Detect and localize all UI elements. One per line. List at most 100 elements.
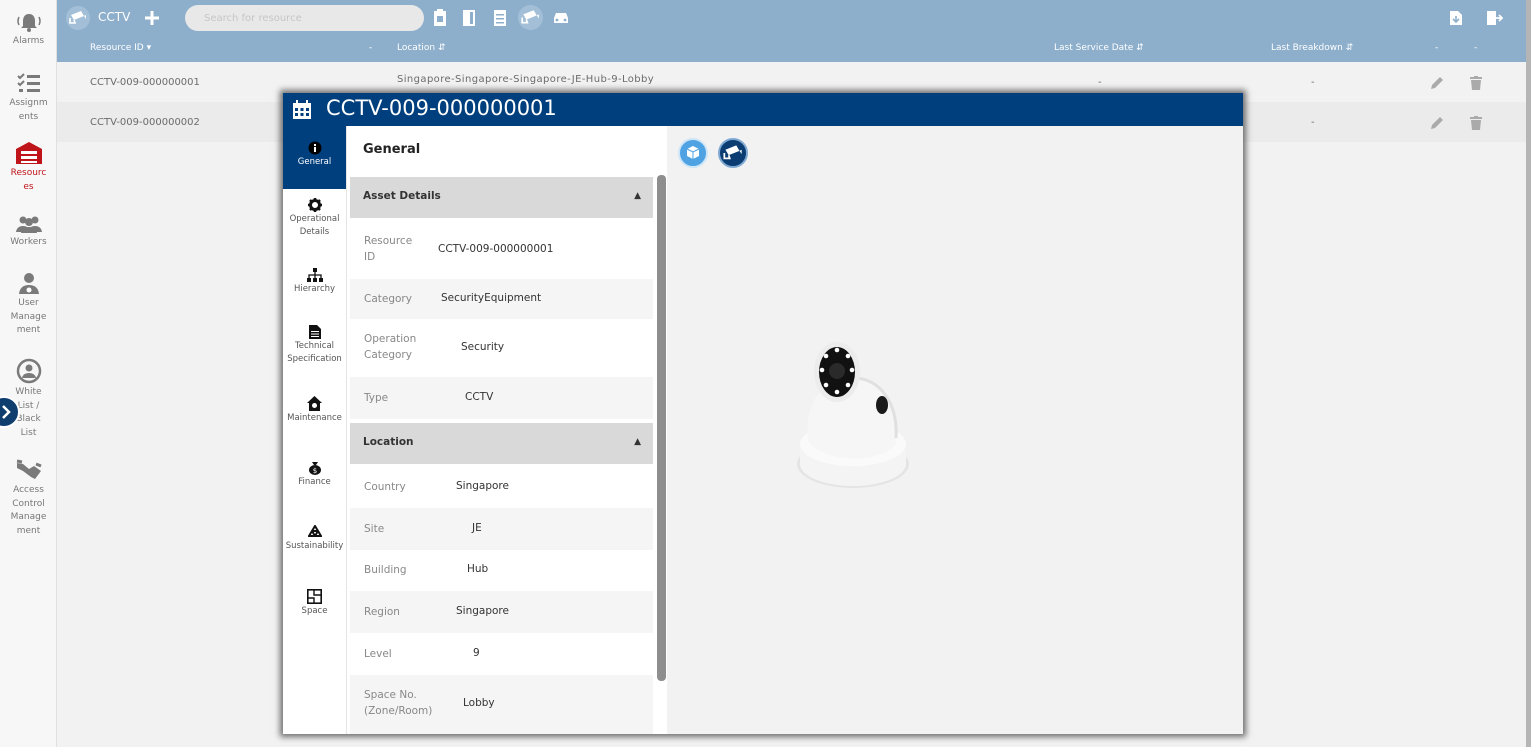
hierarchy-icon	[306, 268, 323, 282]
field-row-level: Level 9	[364, 647, 480, 660]
document-icon[interactable]	[493, 9, 507, 27]
field-row-country: Country Singapore	[364, 480, 509, 493]
export-icon[interactable]	[1486, 10, 1504, 26]
cctv-view-button[interactable]	[718, 138, 748, 168]
tab-maintenance[interactable]: Maintenance	[283, 396, 346, 425]
top-toolbar: CCTV	[57, 0, 1526, 35]
3d-model-button[interactable]	[678, 138, 708, 168]
chevron-right-icon	[2, 405, 11, 419]
nav-resources[interactable]: Resourc es	[0, 141, 57, 194]
field-row-building: Building Hub	[364, 563, 489, 576]
nav-assignments-label: Assignm ents	[9, 98, 48, 122]
row-resource-id: CCTV-009-000000001	[90, 77, 200, 88]
nav-user-management-label: User Manage ment	[10, 298, 47, 335]
col-dash: -	[369, 43, 373, 53]
field-row-space-no: Space No. (Zone/Room) Lobby	[350, 675, 653, 734]
location-section-header[interactable]: Location ▲	[350, 423, 653, 464]
search-input[interactable]	[185, 5, 424, 31]
car-icon[interactable]	[552, 11, 570, 25]
delete-icon[interactable]	[1470, 116, 1482, 130]
cctv-filter-button[interactable]	[518, 5, 543, 30]
add-icon[interactable]	[144, 10, 160, 26]
row-last-service: -	[1098, 77, 1102, 88]
tab-hierarchy[interactable]: Hierarchy	[283, 268, 346, 296]
cctv-camera-icon	[69, 11, 86, 24]
col-last-service-date[interactable]: Last Service Date ⇵	[1054, 43, 1144, 53]
id-badge-icon[interactable]	[433, 9, 447, 27]
spec-document-icon	[308, 325, 321, 339]
edit-icon[interactable]	[1430, 76, 1444, 90]
nav-user-management[interactable]: User Manage ment	[0, 271, 57, 338]
field-row-category: Category SecurityEquipment	[350, 279, 653, 319]
field-row-site: Site JE	[350, 508, 653, 550]
cube-icon	[686, 146, 700, 159]
chevron-up-icon: ▲	[634, 191, 641, 201]
nav-workers-label: Workers	[10, 237, 47, 247]
handshake-icon	[16, 459, 42, 479]
general-panel: General Asset Details ▲ Resource ID CCTV-…	[346, 126, 667, 734]
nav-access-control-label: Access Control Manage ment	[10, 485, 47, 536]
expand-nav-button[interactable]	[0, 396, 20, 428]
asset-viewer	[667, 126, 1243, 734]
field-row-type: Type CCTV	[350, 377, 653, 419]
field-row-region: Region Singapore	[350, 591, 653, 633]
row-last-breakdown: -	[1311, 117, 1315, 128]
nav-alarms-label: Alarms	[12, 36, 45, 46]
whitelist-icon	[16, 358, 41, 384]
field-row-operation-category: Operation Category Security	[364, 333, 505, 361]
workers-icon	[15, 216, 42, 233]
info-icon	[308, 141, 321, 155]
import-icon[interactable]	[1449, 10, 1463, 26]
nav-alarms[interactable]: Alarms	[0, 11, 57, 49]
row-location: Singapore-Singapore-Singapore-JE-Hub-9-L…	[397, 74, 655, 85]
floorplan-icon	[307, 589, 322, 604]
table-header: Resource ID ▾ - Location ⇵ Last Service …	[57, 35, 1526, 62]
alarm-bell-icon	[16, 14, 41, 32]
left-navigation: Alarms Assignm ents Resourc es Workers U…	[0, 0, 57, 747]
tab-sustainability[interactable]: Sustainability	[283, 525, 346, 553]
field-row-resource-id: Resource ID CCTV-009-000000001	[364, 235, 554, 263]
row-resource-id: CCTV-009-000000002	[90, 117, 200, 128]
delete-icon[interactable]	[1470, 76, 1482, 90]
checklist-icon	[16, 73, 40, 92]
warehouse-icon	[15, 142, 42, 164]
col-last-breakdown[interactable]: Last Breakdown ⇵	[1271, 43, 1353, 53]
col-resource-id[interactable]: Resource ID ▾	[90, 43, 151, 53]
cctv-filter-icon	[521, 10, 539, 24]
resource-detail-modal: CCTV-009-000000001 General Operational D…	[283, 93, 1243, 734]
page-scrollbar[interactable]	[1526, 0, 1531, 747]
modal-header: CCTV-009-000000001	[283, 93, 1243, 126]
detail-tabs: General Operational Details Hierarchy Te…	[283, 126, 346, 734]
tab-operational-details[interactable]: Operational Details	[283, 198, 346, 239]
asset-details-section-header[interactable]: Asset Details ▲	[350, 177, 653, 218]
user-manage-icon	[18, 273, 39, 294]
recycle-icon	[307, 525, 322, 537]
gear-icon	[307, 198, 322, 212]
maintenance-house-icon	[307, 396, 322, 411]
nav-access-control[interactable]: Access Control Manage ment	[0, 458, 57, 538]
nav-resources-label: Resourc es	[10, 168, 47, 192]
money-bag-icon: $	[308, 462, 321, 475]
nav-assignments[interactable]: Assignm ents	[0, 71, 57, 124]
col-dash: -	[1435, 43, 1439, 53]
edit-icon[interactable]	[1430, 116, 1444, 130]
col-dash: -	[1474, 43, 1478, 53]
row-last-breakdown: -	[1311, 77, 1315, 88]
panel-title: General	[363, 142, 421, 157]
category-title: CCTV	[98, 10, 131, 24]
cctv-camera-icon	[723, 145, 742, 160]
cctv-category-icon	[66, 6, 90, 30]
svg-text:$: $	[312, 467, 316, 475]
tab-technical-specification[interactable]: Technical Specification	[283, 325, 346, 366]
tab-general[interactable]: General	[283, 126, 346, 189]
nav-workers[interactable]: Workers	[0, 214, 57, 250]
dome-camera-image	[797, 342, 909, 488]
calendar-icon	[293, 100, 311, 119]
door-icon[interactable]	[462, 9, 476, 27]
tab-finance[interactable]: $ Finance	[283, 461, 346, 489]
panel-scrollbar[interactable]	[657, 175, 666, 681]
tab-space[interactable]: Space	[283, 589, 346, 618]
col-location[interactable]: Location ⇵	[397, 43, 445, 53]
chevron-up-icon: ▲	[634, 437, 641, 447]
modal-title: CCTV-009-000000001	[326, 96, 557, 120]
